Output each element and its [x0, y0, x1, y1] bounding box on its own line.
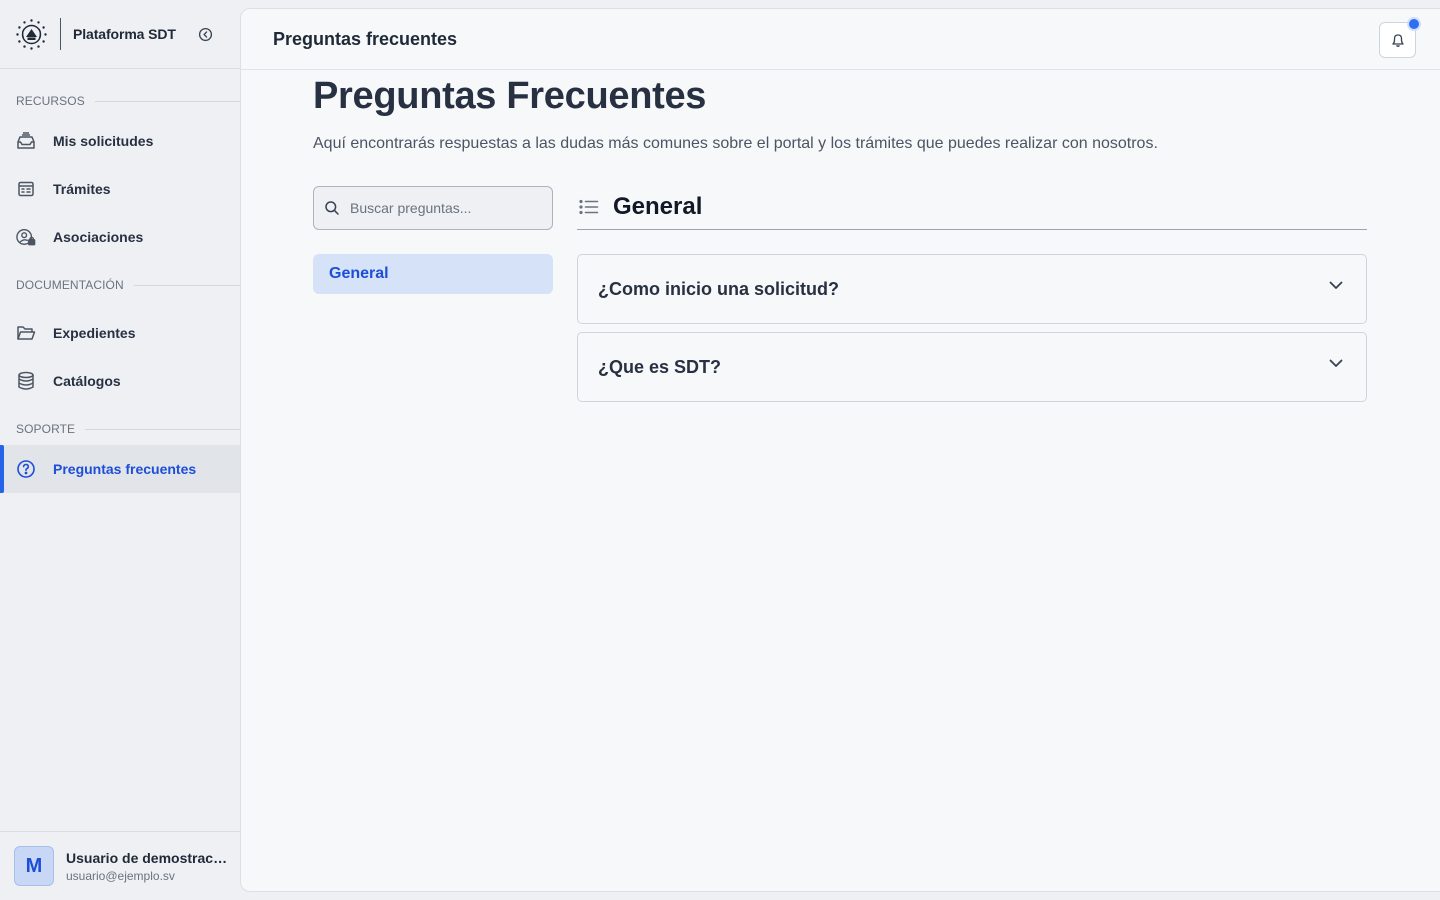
folder-open-icon	[16, 323, 36, 343]
faq-section-header: General	[577, 186, 1367, 230]
notifications-button[interactable]	[1379, 17, 1421, 58]
list-icon	[579, 199, 599, 214]
faq-list-column: General ¿Como inicio una solicitud? ¿Que…	[577, 186, 1367, 402]
sidebar-item-label: Catálogos	[53, 373, 121, 389]
divider	[133, 284, 240, 286]
divider	[94, 100, 240, 102]
sidebar-item-asociaciones[interactable]: Asociaciones	[0, 213, 240, 261]
category-general[interactable]: General	[313, 254, 553, 294]
chevron-down-icon	[1329, 281, 1343, 289]
user-email: usuario@ejemplo.sv	[66, 868, 175, 883]
user-profile[interactable]: M Usuario de demostración usuario@ejempl…	[0, 831, 240, 900]
section-label: RECURSOS	[16, 94, 85, 108]
sidebar-item-label: Mis solicitudes	[53, 133, 154, 149]
sidebar-item-catalogos[interactable]: Catálogos	[0, 357, 240, 405]
user-group-lock-icon	[16, 227, 36, 247]
sidebar-item-tramites[interactable]: Trámites	[0, 165, 240, 213]
bell-icon	[1391, 33, 1404, 47]
form-calendar-icon	[16, 179, 36, 199]
brand-divider	[60, 18, 61, 50]
divider	[85, 428, 240, 430]
chevron-down-icon	[1329, 359, 1343, 367]
national-seal-icon	[15, 18, 48, 51]
question-circle-icon	[16, 459, 36, 479]
faq-section-title: General	[613, 192, 703, 220]
section-documentacion: DOCUMENTACIÓN	[0, 277, 240, 293]
faq-content: Preguntas Frecuentes Aquí encontrarás re…	[313, 71, 1367, 402]
sidebar-item-label: Asociaciones	[53, 229, 144, 245]
faq-item[interactable]: ¿Que es SDT?	[577, 332, 1367, 402]
sidebar-item-mis-solicitudes[interactable]: Mis solicitudes	[0, 117, 240, 165]
section-soporte: SOPORTE	[0, 421, 240, 437]
collapse-sidebar-button[interactable]	[198, 26, 214, 42]
sidebar: Plataforma SDT RECURSOS Mis solicitudes	[0, 0, 240, 900]
sidebar-item-preguntas-frecuentes[interactable]: Preguntas frecuentes	[0, 445, 240, 493]
faq-question: ¿Como inicio una solicitud?	[598, 278, 839, 299]
faq-item[interactable]: ¿Como inicio una solicitud?	[577, 254, 1367, 324]
chevron-left-circle-icon	[199, 27, 213, 41]
topbar: Preguntas frecuentes	[241, 9, 1440, 70]
inbox-stack-icon	[16, 131, 36, 151]
sidebar-item-label: Expedientes	[53, 325, 136, 341]
sidebar-item-label: Preguntas frecuentes	[53, 461, 197, 477]
page-description: Aquí encontrarás respuestas a las dudas …	[313, 135, 1158, 152]
sidebar-item-expedientes[interactable]: Expedientes	[0, 309, 240, 357]
category-label: General	[329, 265, 389, 282]
brand-name: Plataforma SDT	[73, 26, 176, 42]
section-label: DOCUMENTACIÓN	[16, 278, 124, 292]
user-info: Usuario de demostración usuario@ejemplo.…	[66, 850, 230, 883]
brand-header: Plataforma SDT	[0, 0, 240, 69]
section-label: SOPORTE	[16, 422, 76, 436]
user-name: Usuario de demostración	[66, 849, 230, 866]
page-title: Preguntas Frecuentes	[313, 75, 707, 117]
avatar: M	[14, 846, 54, 886]
topbar-title: Preguntas frecuentes	[273, 28, 458, 49]
search-input[interactable]	[350, 200, 540, 216]
sidebar-item-label: Trámites	[53, 181, 111, 197]
search-icon	[325, 201, 339, 215]
search-field[interactable]	[313, 186, 553, 230]
faq-question: ¿Que es SDT?	[598, 356, 722, 377]
main-panel: Preguntas frecuentes Preguntas Frecuente…	[240, 8, 1440, 892]
notification-badge	[1407, 17, 1421, 31]
database-icon	[16, 371, 36, 391]
section-recursos: RECURSOS	[0, 93, 240, 109]
faq-categories-column: General	[313, 186, 553, 294]
